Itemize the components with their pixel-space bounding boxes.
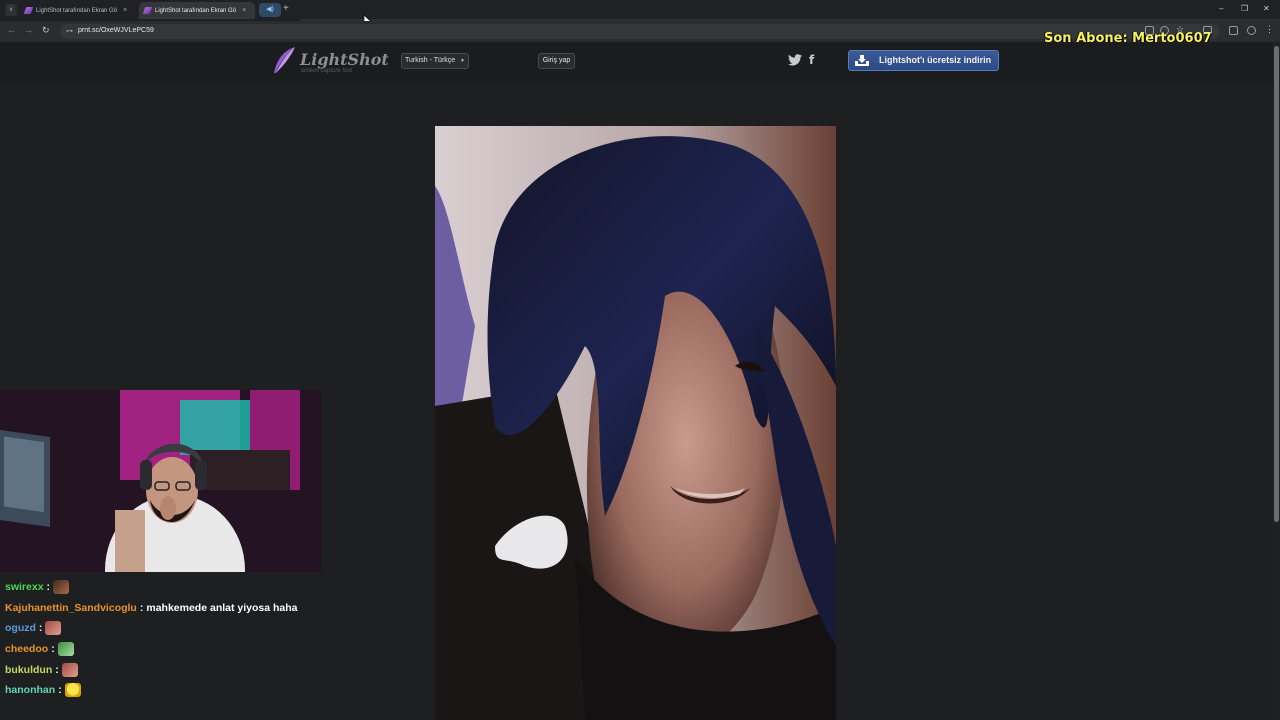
scrollbar-thumb[interactable] xyxy=(1274,46,1279,522)
chat-message: Kajuhanettin_Sandvicoglu: mahkemede anlat… xyxy=(5,598,335,619)
lightshot-favicon-icon xyxy=(23,7,34,14)
download-button-label: Lightshot'ı ücretsiz indirin xyxy=(879,55,992,65)
download-tray-icon xyxy=(855,55,869,66)
restore-icon[interactable]: ❐ xyxy=(1241,4,1248,13)
browser-tab-2[interactable]: LightShot tarafından Ekran Gö × xyxy=(139,2,255,19)
lightshot-favicon-icon xyxy=(142,7,153,14)
lightshot-tagline: screen capture tool xyxy=(301,68,353,74)
chat-separator: : xyxy=(38,622,43,635)
chat-username[interactable]: hanonhan xyxy=(5,684,55,696)
url-text[interactable]: prnt.sc/OxeWJVLePC59 xyxy=(78,27,154,34)
chat-message: bukuldun: xyxy=(5,659,335,680)
chat-text: mahkemede anlat yiyosa haha xyxy=(146,601,298,614)
lightshot-logo[interactable]: LightShot xyxy=(300,50,389,69)
close-tab-icon[interactable]: × xyxy=(123,7,127,14)
chat-separator: : xyxy=(46,581,51,594)
login-button[interactable]: Giriş yap xyxy=(538,53,575,69)
browser-tab-1[interactable]: LightShot tarafından Ekran Gö × xyxy=(20,2,136,19)
emote-dark-icon xyxy=(53,580,70,595)
close-window-icon[interactable]: ✕ xyxy=(1263,4,1270,13)
media-controls-icon[interactable] xyxy=(1229,26,1238,35)
chat-message: oguzd: xyxy=(5,618,335,639)
close-tab-icon[interactable]: × xyxy=(242,7,246,14)
language-select[interactable]: Turkish - Türkçe ▼ xyxy=(401,53,469,69)
forward-icon[interactable]: → xyxy=(24,25,33,35)
chat-username[interactable]: oguzd xyxy=(5,622,36,634)
tab-title: LightShot tarafından Ekran Gö xyxy=(155,7,237,14)
chat-username[interactable]: bukuldun xyxy=(5,664,52,676)
chat-separator: : xyxy=(55,663,59,676)
lightshot-header xyxy=(0,42,1276,82)
streamer-webcam xyxy=(0,390,321,572)
chat-separator: : xyxy=(58,684,62,697)
profile-icon[interactable] xyxy=(1247,26,1256,35)
chat-message: hanonhan: xyxy=(5,680,335,701)
audio-playing-tab-icon[interactable]: ◀) xyxy=(259,3,281,17)
new-tab-icon[interactable]: + xyxy=(283,3,289,14)
reload-icon[interactable]: ↻ xyxy=(42,25,50,36)
chat-username[interactable]: Kajuhanettin_Sandvicoglu xyxy=(5,602,137,614)
emote-face-icon xyxy=(61,662,78,677)
twitter-icon[interactable] xyxy=(788,54,802,66)
chat-message: cheedoo: xyxy=(5,639,335,660)
chat-message: swirexx: xyxy=(5,577,335,598)
emote-yellow-icon xyxy=(64,683,81,698)
chat-separator: : xyxy=(139,601,144,614)
screenshot-image xyxy=(435,126,836,720)
tab-search-dropdown-icon[interactable]: v xyxy=(5,4,17,16)
download-lightshot-button[interactable]: Lightshot'ı ücretsiz indirin xyxy=(848,50,999,71)
lightshot-feather-icon xyxy=(274,47,295,73)
chevron-down-icon: ▼ xyxy=(460,58,465,64)
chat-username[interactable]: cheedoo xyxy=(5,643,48,655)
minimize-icon[interactable]: – xyxy=(1219,4,1223,13)
site-info-icon[interactable]: ⊶ xyxy=(66,27,73,35)
back-icon[interactable]: ← xyxy=(7,25,16,35)
tab-title: LightShot tarafından Ekran Gö xyxy=(36,7,118,14)
chat-username[interactable]: swirexx xyxy=(5,581,44,593)
emote-face-icon xyxy=(45,621,62,636)
emote-green-icon xyxy=(57,642,74,657)
language-select-value: Turkish - Türkçe xyxy=(405,57,456,64)
facebook-icon[interactable]: f xyxy=(809,53,814,67)
chat-separator: : xyxy=(51,643,55,656)
browser-menu-icon[interactable]: ⋮ xyxy=(1265,24,1274,34)
stream-chat: swirexx: Kajuhanettin_Sandvicoglu: mahkeme… xyxy=(5,577,335,701)
